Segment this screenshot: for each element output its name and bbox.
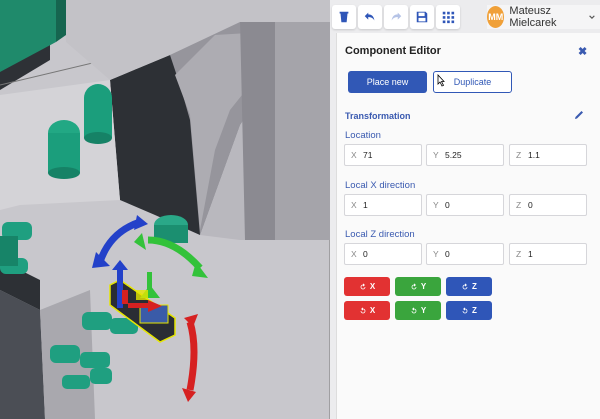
trash-icon bbox=[339, 11, 349, 23]
rotate-cw-icon bbox=[360, 282, 366, 289]
location-z-field[interactable]: Z 1.1 bbox=[509, 144, 587, 166]
local-x-direction-label: Local X direction bbox=[345, 180, 416, 191]
user-name: Mateusz Mielcarek bbox=[509, 5, 557, 29]
panel-title: Component Editor bbox=[345, 45, 441, 57]
transformation-heading: Transformation bbox=[345, 111, 411, 121]
rotate-x-ccw-button[interactable]: X bbox=[344, 301, 390, 320]
local-z-z-field[interactable]: Z1 bbox=[509, 243, 587, 265]
chevron-down-icon bbox=[589, 15, 595, 19]
rotate-x-cw-button[interactable]: X bbox=[344, 277, 390, 296]
location-label: Location bbox=[345, 130, 381, 141]
place-new-button[interactable]: Place new bbox=[348, 71, 427, 93]
grid-icon bbox=[442, 11, 455, 24]
local-z-y-field[interactable]: Y0 bbox=[426, 243, 504, 265]
rotate-ccw-icon bbox=[360, 306, 366, 313]
rotate-cw-icon bbox=[462, 282, 468, 289]
undo-button[interactable] bbox=[358, 5, 382, 29]
delete-button[interactable] bbox=[332, 5, 356, 29]
rotate-ccw-icon bbox=[462, 306, 468, 313]
user-menu[interactable]: MM Mateusz Mielcarek bbox=[487, 5, 600, 29]
pencil-icon[interactable] bbox=[573, 109, 585, 121]
rotate-y-cw-button[interactable]: Y bbox=[395, 277, 441, 296]
redo-button[interactable] bbox=[384, 5, 408, 29]
local-x-x-field[interactable]: X1 bbox=[344, 194, 422, 216]
toolbar bbox=[332, 5, 460, 29]
local-x-z-field[interactable]: Z0 bbox=[509, 194, 587, 216]
local-x-y-field[interactable]: Y0 bbox=[426, 194, 504, 216]
close-icon[interactable]: ✖ bbox=[578, 45, 587, 58]
location-y-field[interactable]: Y 5.25 bbox=[426, 144, 504, 166]
mouse-cursor-icon bbox=[437, 74, 445, 87]
save-button[interactable] bbox=[410, 5, 434, 29]
component-editor-panel: Component Editor ✖ Place new Duplicate T… bbox=[336, 33, 600, 419]
save-icon bbox=[416, 11, 428, 23]
local-z-x-field[interactable]: X0 bbox=[344, 243, 422, 265]
rotate-ccw-icon bbox=[411, 306, 417, 313]
local-z-direction-label: Local Z direction bbox=[345, 229, 415, 240]
redo-icon bbox=[391, 12, 402, 21]
location-x-field[interactable]: X 71 bbox=[344, 144, 422, 166]
grid-button[interactable] bbox=[436, 5, 460, 29]
avatar: MM bbox=[487, 6, 505, 28]
rotate-z-cw-button[interactable]: Z bbox=[446, 277, 492, 296]
rotate-z-ccw-button[interactable]: Z bbox=[446, 301, 492, 320]
undo-icon bbox=[364, 12, 375, 21]
rotate-y-ccw-button[interactable]: Y bbox=[395, 301, 441, 320]
rotate-cw-icon bbox=[411, 282, 417, 289]
